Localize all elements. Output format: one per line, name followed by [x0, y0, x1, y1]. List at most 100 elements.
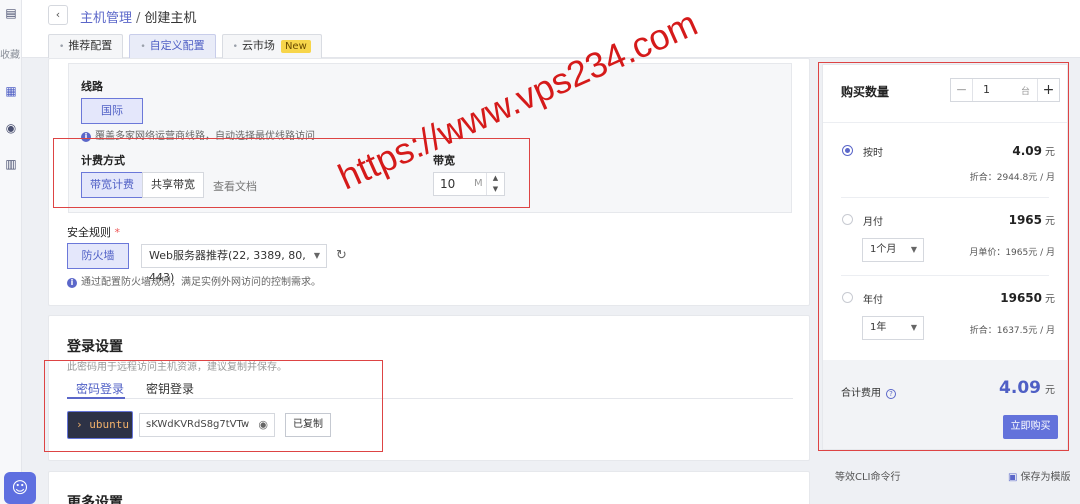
refresh-icon[interactable]: ↻: [336, 248, 347, 263]
yearly-label: 年付: [863, 295, 883, 306]
tab-label: 云市场: [241, 39, 275, 52]
billing-label: 计费方式: [81, 154, 125, 167]
qty-unit: 台: [1021, 87, 1031, 97]
hourly-sub: 折合：2944.8元 / 月: [969, 173, 1055, 183]
total-value: 4.09 元: [999, 378, 1055, 398]
breadcrumb-separator: /: [136, 11, 141, 26]
left-rail: ▤ 收藏 ▦ ◉ ▥: [0, 0, 22, 504]
rule-select[interactable]: Web服务器推荐(22, 3389, 80, 443) ▼: [141, 244, 327, 284]
more-settings-title: 更多设置: [67, 495, 123, 504]
total-label: 合计费用?: [841, 384, 896, 399]
tab-dot-icon: •: [232, 42, 238, 52]
security-hint-text: 通过配置防火墙规则，满足实例外网访问的控制需求。: [81, 277, 321, 288]
yearly-sub: 折合：1637.5元 / 月: [969, 326, 1055, 336]
rail-fav-label[interactable]: 收藏: [0, 46, 22, 61]
back-button[interactable]: ‹: [48, 5, 68, 25]
firewall-option[interactable]: 防火墙: [67, 243, 129, 269]
tab-marketplace[interactable]: • 云市场 New: [221, 34, 322, 58]
hourly-price: 4.09 元: [1012, 143, 1055, 158]
divider: [823, 122, 1067, 123]
qty-value[interactable]: 1: [983, 83, 990, 96]
total-section: 合计费用? 4.09 元 立即购买: [823, 360, 1067, 449]
monthly-label: 月付: [863, 217, 883, 228]
billing-bandwidth-option[interactable]: 带宽计费: [81, 172, 143, 198]
bandwidth-unit: M: [474, 178, 483, 189]
eye-icon[interactable]: ◉: [258, 414, 268, 436]
total-label-text: 合计费用: [841, 388, 881, 399]
quantity-stepper[interactable]: − 1 台 +: [950, 78, 1060, 102]
page-header: ‹ 主机管理 / 创建主机 • 推荐配置 • 自定义配置 • 云市场 New: [22, 0, 1080, 58]
tab-dot-icon: •: [59, 42, 65, 52]
line-label: 线路: [81, 80, 103, 93]
login-title: 登录设置: [67, 339, 123, 355]
copy-button[interactable]: 已复制: [285, 413, 331, 437]
doc-link[interactable]: 查看文档: [213, 178, 257, 194]
radio-hourly[interactable]: [842, 145, 853, 156]
monitor-icon[interactable]: ◉: [3, 121, 19, 135]
currency: 元: [1045, 216, 1055, 227]
bandwidth-stepper[interactable]: 10 M ▲ ▼: [433, 172, 505, 196]
radio-monthly[interactable]: [842, 214, 853, 225]
config-tabs: • 推荐配置 • 自定义配置 • 云市场 New: [48, 34, 328, 58]
save-icon: ▣: [1008, 472, 1018, 483]
tab-custom[interactable]: • 自定义配置: [129, 34, 216, 58]
line-hint: i 覆盖多家网络运营商线路，自动选择最优线路访问: [81, 127, 315, 142]
tab-key-login[interactable]: 密钥登录: [146, 380, 194, 397]
yearly-price: 19650 元: [1000, 290, 1055, 305]
monthly-period-value: 1个月: [870, 244, 897, 255]
billing-shared-option[interactable]: 共享带宽: [142, 172, 204, 198]
yearly-period-value: 1年: [870, 322, 887, 333]
bandwidth-value[interactable]: 10: [440, 177, 455, 191]
more-settings-card: 更多设置: [48, 471, 810, 504]
tab-password-login[interactable]: 密码登录: [76, 380, 124, 397]
tab-recommended[interactable]: • 推荐配置: [48, 34, 124, 58]
tab-label: 自定义配置: [149, 39, 205, 52]
buy-now-button[interactable]: 立即购买: [1003, 415, 1058, 439]
storage-icon[interactable]: ▥: [3, 157, 19, 171]
chevron-down-icon: ▼: [910, 323, 917, 332]
login-subtitle: 此密码用于远程访问主机资源，建议复制并保存。: [67, 362, 287, 373]
new-badge: New: [280, 40, 311, 53]
currency: 元: [1045, 147, 1055, 158]
hourly-label: 按时: [863, 148, 883, 159]
security-label: 安全规则 *: [67, 224, 120, 240]
tab-label: 推荐配置: [68, 39, 113, 52]
chevron-down-icon: ▼: [313, 251, 320, 260]
plus-icon[interactable]: +: [1037, 79, 1059, 101]
host-list-icon[interactable]: ▦: [3, 84, 19, 98]
monthly-sub: 月单价：1965元 / 月: [969, 248, 1055, 258]
help-icon[interactable]: ?: [886, 389, 896, 399]
save-template-link[interactable]: ▣ 保存为模版: [1008, 468, 1070, 483]
yearly-period-select[interactable]: 1年 ▼: [862, 316, 924, 340]
currency: 元: [1045, 294, 1055, 305]
monthly-period-select[interactable]: 1个月 ▼: [862, 238, 924, 262]
required-mark: *: [114, 226, 121, 239]
divider: [841, 197, 1049, 198]
password-value: sKWdKVRdS8g7tVTw: [146, 419, 250, 430]
chevron-down-icon: ▼: [910, 245, 917, 254]
breadcrumb-parent[interactable]: 主机管理: [80, 11, 132, 26]
currency: 元: [1045, 385, 1055, 396]
radio-yearly[interactable]: [842, 292, 853, 303]
info-icon: i: [81, 132, 91, 142]
assistant-icon[interactable]: ☺: [4, 472, 36, 504]
monthly-price-value: 1965: [1008, 213, 1042, 227]
username-display: › ubuntu: [67, 411, 133, 439]
divider: [841, 275, 1049, 276]
chat-icon[interactable]: ▤: [3, 6, 19, 20]
password-field[interactable]: sKWdKVRdS8g7tVTw ◉: [139, 413, 275, 437]
security-label-text: 安全规则: [67, 226, 111, 239]
login-tab-underline: [67, 398, 793, 399]
spin-up-icon[interactable]: ▲: [487, 173, 504, 184]
breadcrumb: 主机管理 / 创建主机: [80, 7, 196, 26]
save-template-text: 保存为模版: [1020, 472, 1071, 483]
network-card: 线路 国际 i 覆盖多家网络运营商线路，自动选择最优线路访问 计费方式 带宽计费 …: [48, 58, 810, 306]
yearly-price-value: 19650: [1000, 291, 1042, 305]
minus-icon[interactable]: −: [951, 79, 973, 101]
security-hint: i 通过配置防火墙规则，满足实例外网访问的控制需求。: [67, 273, 321, 288]
cli-command-link[interactable]: 等效CLI命令行: [835, 468, 901, 483]
bandwidth-spinner: ▲ ▼: [486, 173, 504, 195]
line-option-international[interactable]: 国际: [81, 98, 143, 124]
purchase-panel: 购买数量 − 1 台 + 按时 4.09 元 折合：2944.8元 / 月 月付 …: [822, 64, 1068, 450]
spin-down-icon[interactable]: ▼: [487, 184, 504, 195]
